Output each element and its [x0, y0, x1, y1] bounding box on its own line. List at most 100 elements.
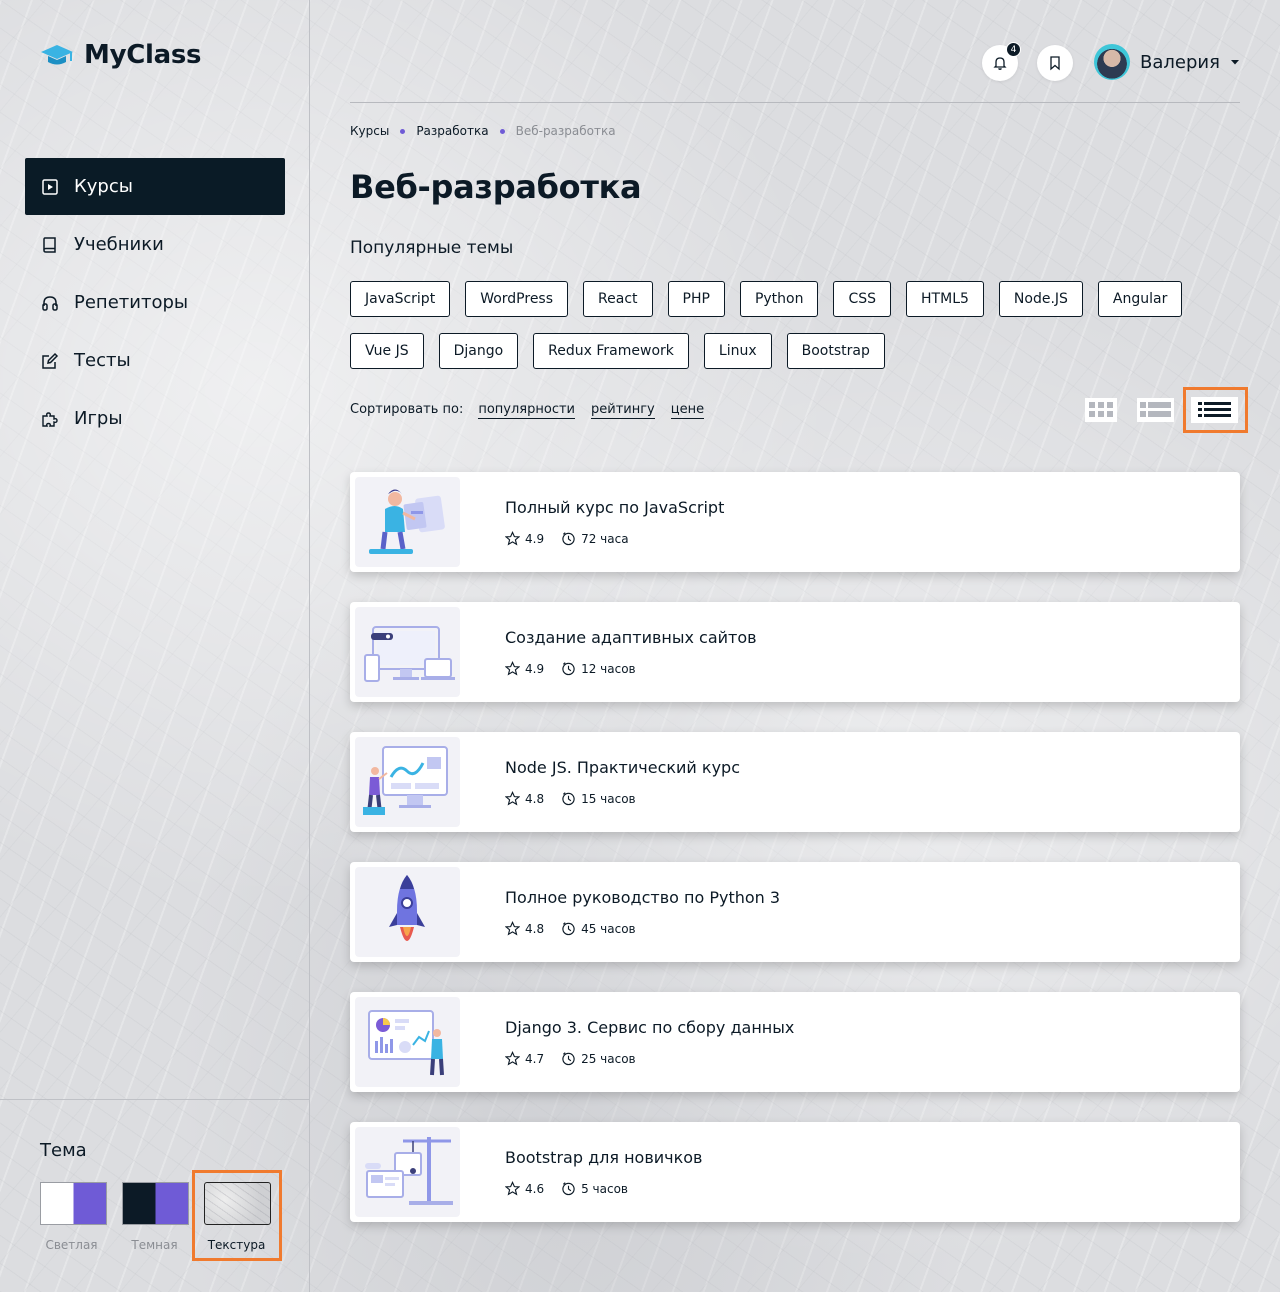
course-duration: 5 часов [581, 1181, 628, 1196]
theme-title: Тема [40, 1140, 87, 1161]
course-thumbnail [355, 867, 460, 957]
breadcrumb-current: Веб-разработка [515, 124, 616, 138]
theme-selection-highlight [192, 1170, 282, 1261]
course-duration: 25 часов [581, 1051, 636, 1066]
nav-item-games[interactable]: Игры [25, 390, 285, 447]
list-icon [1140, 402, 1171, 417]
tag-button[interactable]: Vue JS [350, 333, 424, 369]
headphones-icon [41, 294, 59, 312]
tag-button[interactable]: Angular [1097, 281, 1183, 317]
bookmark-icon [1050, 56, 1060, 71]
nav-item-label: Репетиторы [74, 292, 189, 313]
grid-icon [1089, 402, 1113, 417]
app-name: MyClass [84, 40, 202, 70]
course-duration: 12 часов [581, 661, 636, 676]
breadcrumb-separator [400, 128, 406, 134]
tag-button[interactable]: Redux Framework [533, 333, 689, 369]
nav-item-tutors[interactable]: Репетиторы [25, 274, 285, 331]
theme-light-swatch[interactable] [40, 1182, 107, 1225]
puzzle-icon [41, 410, 59, 428]
theme-light-label: Светлая [45, 1238, 98, 1252]
tag-button[interactable]: Django [438, 333, 519, 369]
course-card[interactable]: Создание адаптивных сайтов 4.9 12 часов [350, 602, 1240, 702]
star-icon [505, 661, 520, 676]
course-meta: 4.6 5 часов [505, 1181, 628, 1196]
clock-icon [562, 1182, 575, 1196]
sort-bar: Сортировать по: популярности рейтингу це… [350, 402, 720, 419]
tag-button[interactable]: HTML5 [906, 281, 984, 317]
course-rating: 4.9 [525, 531, 545, 546]
course-thumbnail [355, 607, 460, 697]
clock-icon [562, 662, 575, 676]
course-title: Полный курс по JavaScript [505, 498, 725, 517]
star-icon [505, 531, 520, 546]
course-rating: 4.7 [525, 1051, 545, 1066]
popular-topics-title: Популярные темы [350, 238, 514, 258]
bell-icon [993, 57, 1007, 70]
nav-item-courses[interactable]: Курсы [25, 158, 285, 215]
star-icon [505, 921, 520, 936]
course-card[interactable]: Django 3. Сервис по сбору данных 4.7 25 … [350, 992, 1240, 1092]
play-square-icon [41, 178, 59, 196]
nav-item-textbooks[interactable]: Учебники [25, 216, 285, 273]
tag-button[interactable]: React [583, 281, 653, 317]
course-duration: 72 часа [581, 531, 629, 546]
course-thumbnail [355, 477, 460, 567]
book-icon [41, 236, 59, 254]
breadcrumb-item[interactable]: Курсы [350, 124, 389, 138]
course-title: Полное руководство по Python 3 [505, 888, 781, 907]
course-card[interactable]: Bootstrap для новичков 4.6 5 часов [350, 1122, 1240, 1222]
course-card[interactable]: Node JS. Практический курс 4.8 15 часов [350, 732, 1240, 832]
clock-icon [562, 532, 575, 546]
course-meta: 4.8 45 часов [505, 921, 636, 936]
tag-button[interactable]: Linux [703, 333, 772, 369]
course-rating: 4.8 [525, 791, 545, 806]
nav-item-label: Курсы [74, 176, 133, 197]
course-meta: 4.9 72 часа [505, 531, 629, 546]
caret-down-icon [1230, 60, 1239, 65]
nav-item-label: Игры [74, 408, 123, 429]
breadcrumb-item[interactable]: Разработка [416, 124, 488, 138]
user-menu[interactable]: Валерия [1094, 44, 1240, 80]
clock-icon [562, 792, 575, 806]
course-meta: 4.9 12 часов [505, 661, 636, 676]
theme-dark-swatch[interactable] [122, 1182, 189, 1225]
nav-item-label: Учебники [74, 234, 164, 255]
course-meta: 4.7 25 часов [505, 1051, 636, 1066]
course-card[interactable]: Полное руководство по Python 3 4.8 45 ча… [350, 862, 1240, 962]
graduation-cap-icon [41, 45, 73, 65]
clock-icon [562, 1052, 575, 1066]
course-meta: 4.8 15 часов [505, 791, 636, 806]
sidebar: MyClass Курсы Учебники Репетиторы Тесты [0, 0, 310, 1292]
course-thumbnail [355, 997, 460, 1087]
tag-button[interactable]: PHP [667, 281, 725, 317]
course-thumbnail [355, 1127, 460, 1217]
sort-label: Сортировать по: [350, 402, 464, 417]
course-title: Django 3. Сервис по сбору данных [505, 1018, 795, 1037]
sort-by-rating[interactable]: рейтингу [591, 402, 655, 419]
nav-item-tests[interactable]: Тесты [25, 332, 285, 389]
tag-button[interactable]: Python [739, 281, 819, 317]
grid-view-button[interactable] [1085, 398, 1117, 422]
edit-icon [41, 352, 59, 370]
tag-button[interactable]: CSS [833, 281, 892, 317]
tag-button[interactable]: Node.JS [998, 281, 1083, 317]
header-divider [350, 102, 1240, 103]
breadcrumb-separator [499, 128, 505, 134]
user-name: Валерия [1140, 51, 1220, 73]
star-icon [505, 791, 520, 806]
tag-button[interactable]: JavaScript [350, 281, 451, 317]
main-nav: Курсы Учебники Репетиторы Тесты Игры [25, 158, 285, 448]
bookmarks-button[interactable] [1037, 45, 1073, 81]
list-view-button[interactable] [1137, 398, 1174, 422]
course-card[interactable]: Полный курс по JavaScript 4.9 72 часа [350, 472, 1240, 572]
tag-button[interactable]: Bootstrap [786, 333, 885, 369]
logo[interactable]: MyClass [40, 40, 202, 70]
notifications-button[interactable]: 4 [982, 42, 1021, 81]
sort-by-popularity[interactable]: популярности [478, 402, 575, 419]
clock-icon [562, 922, 575, 936]
sort-by-price[interactable]: цене [670, 402, 705, 419]
notifications-badge: 4 [1006, 42, 1021, 57]
view-selection-highlight [1183, 387, 1248, 433]
tag-button[interactable]: WordPress [465, 281, 569, 317]
